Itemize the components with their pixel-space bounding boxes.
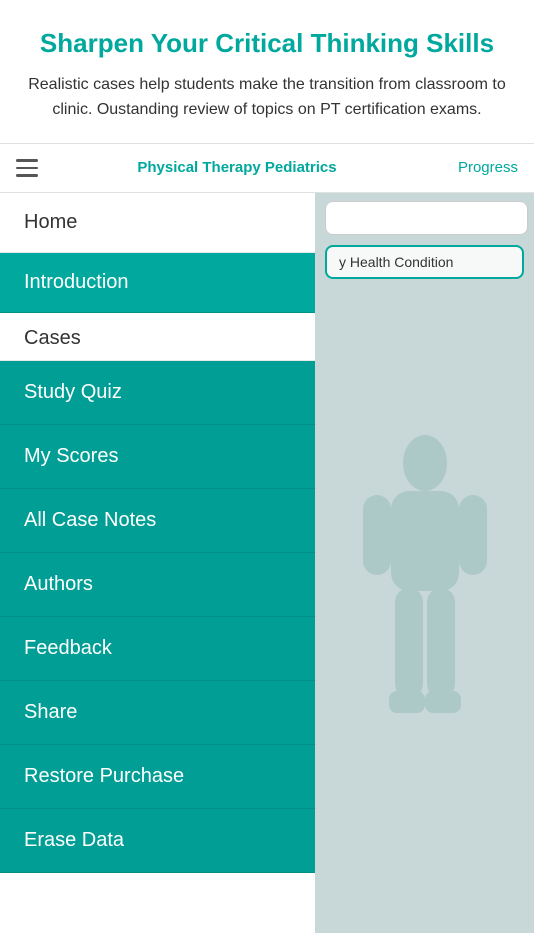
sidebar-item-all-case-notes[interactable]: All Case Notes	[0, 489, 315, 553]
nav-bar: Physical Therapy Pediatrics Progress	[0, 143, 534, 193]
sidebar-item-my-scores[interactable]: My Scores	[0, 425, 315, 489]
sidebar-item-home[interactable]: Home	[0, 193, 315, 253]
background-figure	[315, 273, 534, 933]
sidebar: Home Introduction Cases Study Quiz My Sc…	[0, 193, 315, 933]
sidebar-item-feedback[interactable]: Feedback	[0, 617, 315, 681]
app-description: Realistic cases help students make the t…	[24, 73, 510, 123]
sidebar-item-restore-purchase[interactable]: Restore Purchase	[0, 745, 315, 809]
sidebar-item-study-quiz[interactable]: Study Quiz	[0, 361, 315, 425]
right-panel: Cancel y Health Condition	[315, 193, 534, 933]
app-header: Sharpen Your Critical Thinking Skills Re…	[0, 0, 534, 143]
search-bar-area: Cancel	[315, 193, 534, 243]
sidebar-item-authors[interactable]: Authors	[0, 553, 315, 617]
sidebar-item-erase-data[interactable]: Erase Data	[0, 809, 315, 873]
app-title: Sharpen Your Critical Thinking Skills	[24, 28, 510, 59]
search-input[interactable]	[325, 201, 528, 235]
sidebar-item-introduction[interactable]: Introduction	[0, 253, 315, 313]
sidebar-cases-label: Cases	[0, 313, 315, 361]
main-content: Home Introduction Cases Study Quiz My Sc…	[0, 193, 534, 933]
nav-app-name: Physical Therapy Pediatrics	[16, 159, 458, 176]
sidebar-item-share[interactable]: Share	[0, 681, 315, 745]
nav-progress-link[interactable]: Progress	[458, 159, 518, 176]
